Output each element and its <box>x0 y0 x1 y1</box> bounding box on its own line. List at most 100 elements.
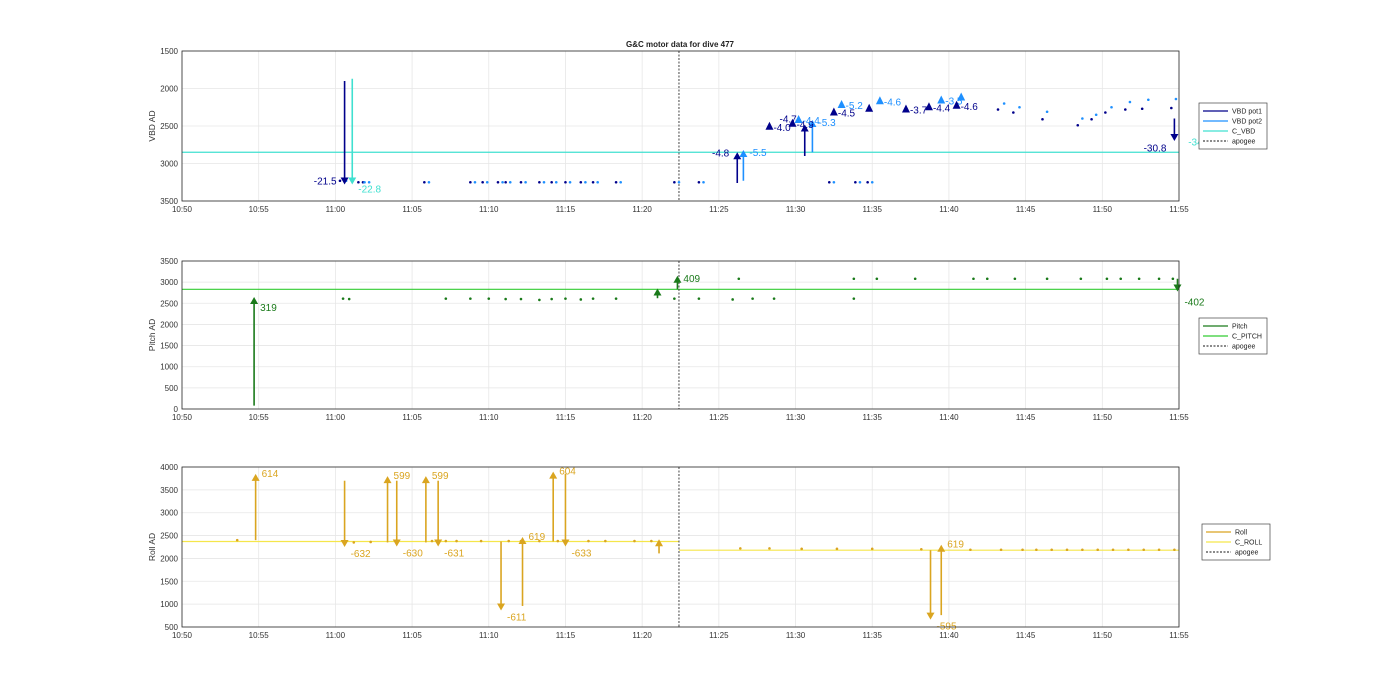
roll-data-point <box>1050 548 1053 552</box>
vbd-data-point <box>357 180 360 184</box>
vbd-data-point <box>1170 106 1173 110</box>
roll-arrow-label: 604 <box>559 467 576 478</box>
roll-xtick-label: 10:50 <box>172 631 193 640</box>
pitch-data-point <box>1137 277 1141 281</box>
pitch-plot-area <box>182 261 1179 409</box>
pitch-data-point <box>469 297 472 300</box>
vbd-data-point <box>550 180 553 184</box>
roll-data-point <box>352 541 356 544</box>
roll-data-point <box>768 547 771 550</box>
vbd-marker-label: -3.7 <box>910 106 928 117</box>
vbd-ytick-label: 2500 <box>160 122 178 131</box>
pitch-data-point <box>875 277 879 281</box>
vbd-data-point <box>1018 105 1021 109</box>
roll-data-point <box>1173 548 1176 552</box>
vbd-data-point <box>697 180 701 184</box>
roll-data-point <box>455 539 458 543</box>
pitch-ytick-label: 1000 <box>160 363 178 372</box>
vbd-data-point <box>564 180 567 184</box>
vbd-ylabel: VBD AD <box>147 110 157 141</box>
roll-data-point <box>1035 548 1038 552</box>
roll-arrow-label: -630 <box>403 549 423 560</box>
vbd-data-point <box>584 180 587 184</box>
vbd-data-point <box>1090 117 1093 121</box>
vbd-arrow-label: -30.8 <box>1144 144 1167 155</box>
roll-arrow-label: 599 <box>432 471 449 482</box>
roll-data-point <box>479 539 483 543</box>
roll-data-point <box>870 547 874 551</box>
pitch-data-point <box>852 297 856 300</box>
roll-data-point <box>1111 548 1115 552</box>
pitch-legend: Pitch C_PITCHapogee <box>1198 317 1268 355</box>
roll-axes: 10:50 10:55 11:00 11:05 11:10 11:15 11:20 11:25… <box>147 463 1271 640</box>
pitch-xtick-label: 11:40 <box>939 413 959 422</box>
vbd-xtick-label: 11:40 <box>939 205 959 214</box>
vbd-data-point <box>568 180 572 184</box>
pitch-xtick-label: 11:00 <box>326 413 346 422</box>
roll-data-point <box>235 538 239 542</box>
roll-arrow-label: 619 <box>529 532 546 543</box>
pitch-data-point <box>1105 277 1109 281</box>
vbd-data-point <box>858 180 862 184</box>
vbd-data-point <box>996 108 1000 111</box>
figure: 10:50 10:55 11:00 11:05 11:10 11:15 11:20 11:25… <box>147 47 1271 640</box>
vbd-legend-label: VBD pot2 <box>1232 119 1262 126</box>
vbd-data-point <box>596 180 599 184</box>
vbd-data-point <box>1076 123 1080 127</box>
pitch-data-point <box>1157 277 1161 281</box>
vbd-marker-label: -4.6 <box>961 102 979 113</box>
pitch-ytick-label: 1500 <box>160 342 178 351</box>
vbd-data-point <box>1147 98 1150 102</box>
vbd-data-point <box>423 180 426 184</box>
vbd-xtick-label: 11:55 <box>1169 205 1189 214</box>
vbd-data-point <box>1002 102 1006 105</box>
pitch-data-point <box>913 277 917 281</box>
vbd-xtick-label: 11:10 <box>479 205 499 214</box>
pitch-data-point <box>751 297 754 300</box>
pitch-ytick-label: 3500 <box>160 257 178 266</box>
vbd-data-point <box>1124 108 1127 111</box>
pitch-legend-label: Pitch <box>1232 324 1248 331</box>
roll-data-point <box>444 539 448 543</box>
pitch-data-point <box>1119 277 1123 281</box>
vbd-ytick-label: 3500 <box>160 197 178 206</box>
pitch-xtick-label: 11:45 <box>1016 413 1036 422</box>
roll-xtick-label: 11:25 <box>709 631 729 640</box>
pitch-data-point <box>519 297 523 301</box>
vbd-xtick-label: 10:55 <box>249 205 270 214</box>
vbd-data-point <box>504 180 507 184</box>
pitch-legend-label: C_PITCH <box>1232 334 1262 341</box>
roll-data-point <box>587 539 590 543</box>
roll-data-point <box>969 548 972 552</box>
pitch-xtick-label: 10:50 <box>172 413 193 422</box>
pitch-data-point <box>564 297 567 300</box>
vbd-xtick-label: 11:30 <box>786 205 806 214</box>
vbd-data-point <box>1012 111 1015 114</box>
pitch-data-point <box>731 298 734 301</box>
roll-arrow-label: -611 <box>507 613 527 624</box>
vbd-data-point <box>473 180 477 184</box>
roll-data-point <box>1157 548 1161 552</box>
vbd-xtick-label: 10:50 <box>172 205 193 214</box>
pitch-data-point <box>444 297 448 300</box>
vbd-legend-label: VBD pot1 <box>1232 109 1262 116</box>
vbd-data-point <box>591 180 595 184</box>
roll-legend-label: Roll <box>1235 530 1248 537</box>
pitch-xtick-label: 11:35 <box>863 413 883 422</box>
vbd-data-point <box>1045 110 1049 114</box>
vbd-data-point <box>338 179 342 183</box>
roll-data-point <box>633 539 636 543</box>
roll-data-point <box>920 547 923 551</box>
vbd-xtick-label: 11:50 <box>1093 205 1113 214</box>
pitch-xtick-label: 11:50 <box>1093 413 1113 422</box>
pitch-ytick-label: 3000 <box>160 278 178 287</box>
vbd-data-point <box>1174 97 1178 101</box>
pitch-data-point <box>1013 277 1017 281</box>
vbd-data-point <box>427 180 431 184</box>
roll-xtick-label: 11:10 <box>479 631 499 640</box>
vbd-data-point <box>619 180 622 184</box>
vbd-data-point <box>1094 113 1098 117</box>
pitch-data-point <box>1079 277 1083 281</box>
vbd-data-point <box>854 180 857 184</box>
pitch-ytick-label: 500 <box>165 384 179 393</box>
